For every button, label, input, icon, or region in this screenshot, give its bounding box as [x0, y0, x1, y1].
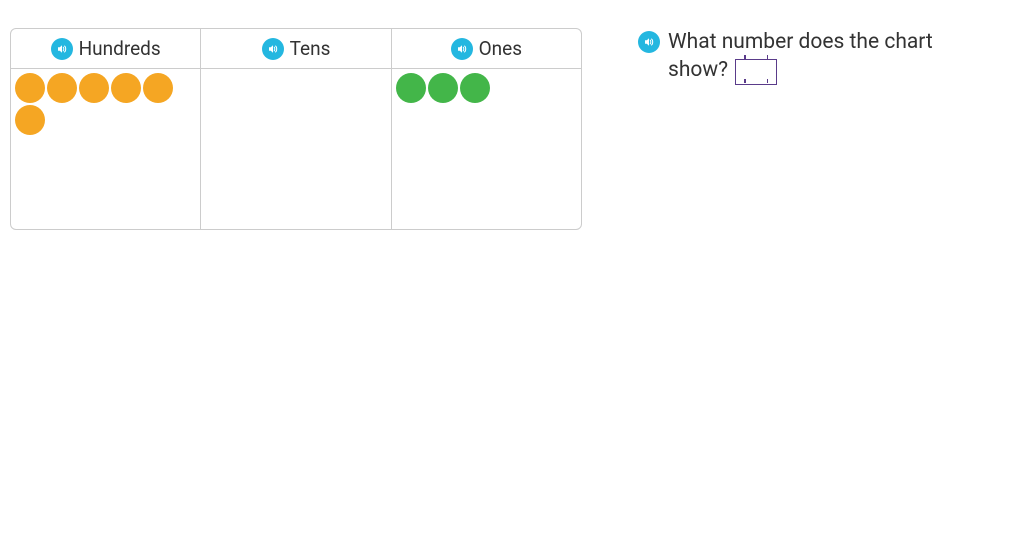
input-tick [744, 55, 746, 59]
ones-dots [392, 69, 581, 229]
hundreds-column: Hundreds [11, 29, 201, 229]
question-text: What number does the chart show? [668, 28, 998, 85]
speaker-icon[interactable] [51, 38, 73, 60]
answer-input-wrap [735, 56, 777, 82]
answer-input[interactable] [735, 59, 777, 85]
count-dot [79, 73, 109, 103]
tens-label: Tens [290, 37, 331, 60]
input-tick [744, 79, 746, 83]
hundreds-header: Hundreds [11, 29, 200, 69]
ones-label: Ones [479, 37, 522, 60]
speaker-icon[interactable] [638, 31, 660, 53]
speaker-icon[interactable] [262, 38, 284, 60]
count-dot [428, 73, 458, 103]
hundreds-label: Hundreds [79, 37, 161, 60]
input-tick [767, 79, 769, 83]
count-dot [143, 73, 173, 103]
hundreds-dots [11, 69, 200, 229]
tens-column: Tens [201, 29, 391, 229]
input-tick [767, 55, 769, 59]
count-dot [111, 73, 141, 103]
count-dot [15, 73, 45, 103]
question-area: What number does the chart show? [638, 28, 998, 85]
ones-header: Ones [392, 29, 581, 69]
count-dot [15, 105, 45, 135]
place-value-chart: Hundreds Tens Ones [10, 28, 582, 230]
count-dot [460, 73, 490, 103]
tens-header: Tens [201, 29, 390, 69]
ones-column: Ones [392, 29, 581, 229]
question-prompt: What number does the chart show? [668, 30, 933, 82]
count-dot [47, 73, 77, 103]
count-dot [396, 73, 426, 103]
speaker-icon[interactable] [451, 38, 473, 60]
tens-dots [201, 69, 390, 229]
